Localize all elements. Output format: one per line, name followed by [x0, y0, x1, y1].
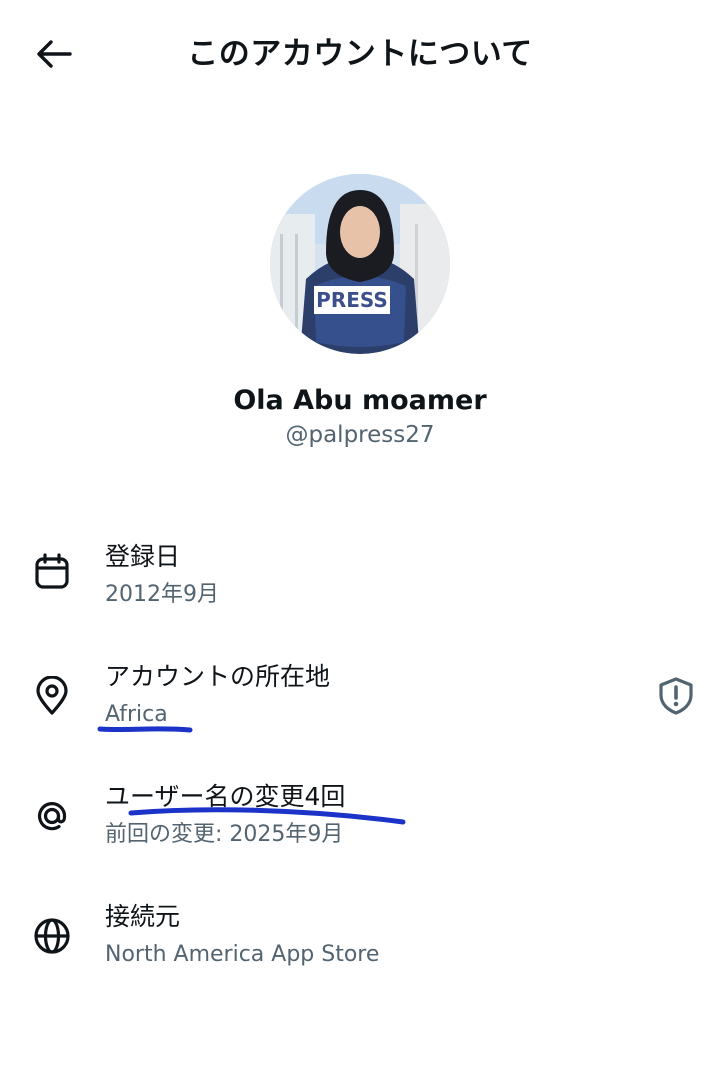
- info-row-connected-via: 接続元 North America App Store: [0, 890, 720, 990]
- handle: @palpress27: [285, 422, 435, 448]
- connected-via-label: 接続元: [105, 902, 181, 931]
- location-info-button[interactable]: [652, 672, 700, 720]
- connected-via-value: North America App Store: [105, 942, 380, 967]
- display-name: Ola Abu moamer: [233, 385, 487, 416]
- joined-value: 2012年9月: [105, 582, 219, 607]
- info-row-username-changes: ユーザー名の変更4回 前回の変更: 2025年9月: [0, 770, 720, 870]
- avatar: PRESS: [270, 174, 450, 354]
- press-badge-text: PRESS: [316, 288, 388, 312]
- page-title: このアカウントについて: [187, 36, 533, 72]
- username-changes-value: 前回の変更: 2025年9月: [105, 822, 344, 847]
- joined-label: 登録日: [105, 542, 181, 571]
- calendar-icon: [30, 550, 74, 594]
- globe-icon: [30, 914, 74, 958]
- info-row-joined: 登録日 2012年9月: [0, 530, 720, 630]
- location-label: アカウントの所在地: [105, 662, 331, 691]
- profile-photo: PRESS: [270, 174, 450, 354]
- about-account-page: このアカウントについて PRESS Ola Abu moamer @palpre…: [0, 0, 720, 1065]
- location-pin-icon: [30, 674, 74, 718]
- at-sign-icon: [30, 794, 74, 838]
- username-changes-label: ユーザー名の変更4回: [105, 782, 346, 811]
- location-value: Africa: [105, 702, 168, 727]
- info-row-location: アカウントの所在地 Africa: [0, 650, 720, 750]
- top-bar: このアカウントについて: [0, 0, 720, 108]
- shield-alert-icon: [659, 677, 693, 715]
